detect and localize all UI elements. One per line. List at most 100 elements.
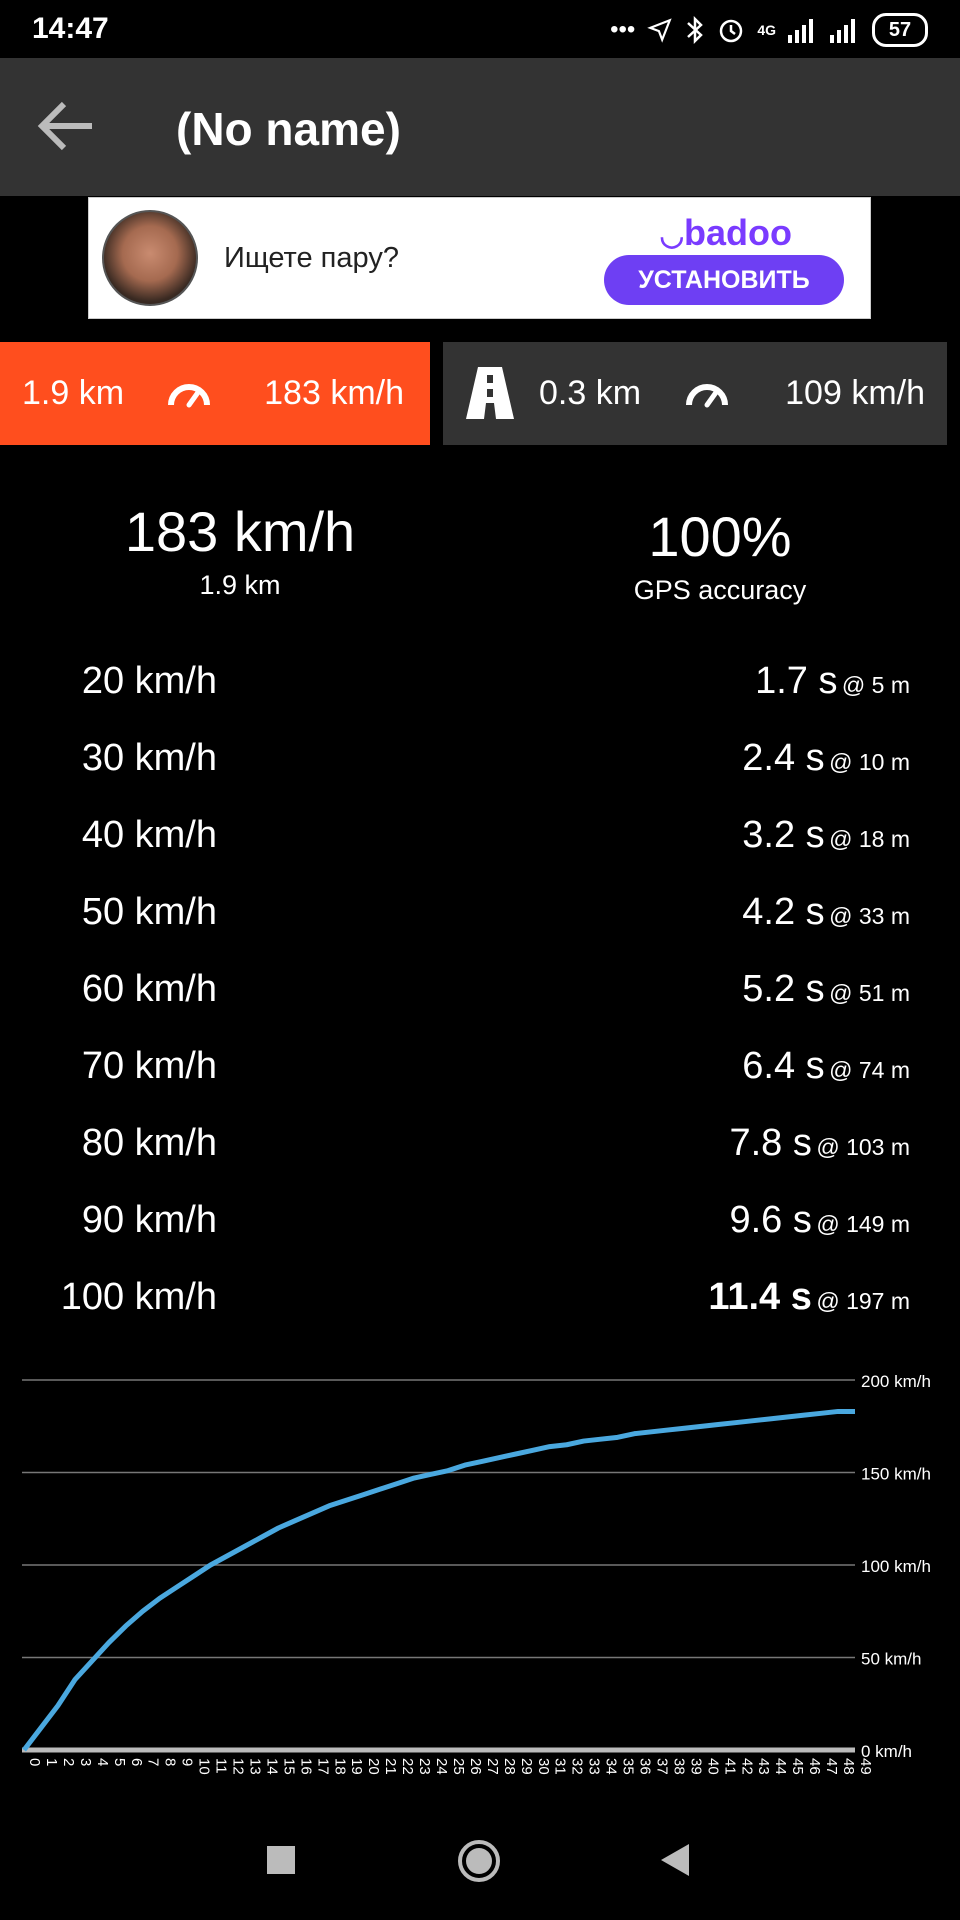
- x-tick-label: 37: [653, 1758, 670, 1775]
- x-tick-label: 22: [399, 1758, 416, 1775]
- x-tick-label: 26: [467, 1758, 484, 1775]
- split-seconds: 1.7 s: [755, 660, 838, 702]
- x-tick-label: 0: [26, 1758, 43, 1766]
- x-tick-label: 16: [297, 1758, 314, 1775]
- x-tick-label: 18: [331, 1758, 348, 1775]
- x-tick-label: 48: [840, 1758, 857, 1775]
- split-distance: @ 18 m: [829, 826, 910, 852]
- split-distance: @ 5 m: [841, 672, 910, 698]
- split-distance: @ 33 m: [829, 903, 910, 929]
- x-tick-label: 11: [213, 1758, 230, 1774]
- split-speed: 90 km/h: [81, 1199, 217, 1241]
- x-tick-label: 10: [196, 1758, 213, 1775]
- x-tick-label: 47: [823, 1758, 840, 1775]
- x-tick-label: 40: [704, 1758, 721, 1775]
- x-tick-label: 17: [314, 1758, 331, 1775]
- split-time: 7.8 s @ 103 m: [729, 1122, 910, 1165]
- summary-top-speed: 183 km/h 1.9 km: [40, 500, 440, 601]
- recents-icon[interactable]: [265, 1844, 297, 1876]
- split-distance: @ 10 m: [829, 749, 910, 775]
- y-tick-label: 50 km/h: [861, 1650, 921, 1669]
- split-seconds: 4.2 s: [742, 891, 825, 933]
- split-row: 100 km/h 11.4 s @ 197 m: [0, 1266, 960, 1326]
- back-icon[interactable]: [659, 1842, 691, 1878]
- speedometer-icon: [686, 384, 728, 408]
- split-seconds: 7.8 s: [729, 1122, 812, 1164]
- y-tick-label: 100 km/h: [861, 1557, 931, 1576]
- x-tick-label: 7: [145, 1758, 162, 1766]
- x-tick-label: 8: [162, 1758, 179, 1766]
- split-speed: 80 km/h: [81, 1122, 217, 1164]
- split-speed: 100 km/h: [60, 1276, 217, 1318]
- split-row: 70 km/h 6.4 s @ 74 m: [0, 1035, 960, 1095]
- page-title[interactable]: (No name): [176, 102, 401, 156]
- alarm-icon: [720, 19, 743, 43]
- x-tick-label: 25: [450, 1758, 467, 1775]
- split-row: 90 km/h 9.6 s @ 149 m: [0, 1189, 960, 1249]
- split-time: 9.6 s @ 149 m: [729, 1199, 910, 1242]
- more-icon: •••: [610, 16, 636, 43]
- split-speed: 20 km/h: [81, 660, 217, 702]
- home-icon[interactable]: [456, 1838, 502, 1884]
- ad-install-button[interactable]: УСТАНОВИТЬ: [604, 255, 844, 305]
- split-speed: 60 km/h: [81, 968, 217, 1010]
- split-speed: 50 km/h: [81, 891, 217, 933]
- status-icons: ••• 4G 57: [610, 10, 928, 50]
- x-tick-label: 29: [518, 1758, 535, 1775]
- tab-current-run[interactable]: 1.9 km 183 km/h: [0, 342, 430, 445]
- x-tick-label: 34: [603, 1758, 620, 1775]
- split-distance: @ 74 m: [829, 1057, 910, 1083]
- speed-chart: 0 km/h50 km/h100 km/h150 km/h200 km/h0 1 2…: [22, 1372, 931, 1775]
- x-tick-label: 4: [94, 1758, 111, 1766]
- split-speed: 30 km/h: [81, 737, 217, 779]
- x-tick-label: 5: [111, 1758, 128, 1766]
- x-tick-label: 39: [687, 1758, 704, 1775]
- speed-series-line: [22, 1408, 855, 1752]
- x-tick-label: 6: [128, 1758, 145, 1766]
- back-arrow-icon[interactable]: [34, 96, 98, 156]
- split-time: 3.2 s @ 18 m: [742, 814, 910, 857]
- split-row: 30 km/h 2.4 s @ 10 m: [0, 727, 960, 787]
- x-tick-label: 19: [348, 1758, 365, 1775]
- tab-segment[interactable]: 0.3 km 109 km/h: [443, 342, 947, 445]
- split-time: 11.4 s @ 197 m: [708, 1276, 910, 1319]
- x-tick-label: 31: [552, 1758, 569, 1775]
- tab-current-distance: 1.9 km: [22, 374, 125, 412]
- split-distance: @ 149 m: [816, 1211, 910, 1237]
- x-tick-label: 35: [620, 1758, 637, 1775]
- bluetooth-icon: [687, 16, 704, 44]
- y-tick-label: 150 km/h: [861, 1465, 931, 1484]
- split-seconds: 11.4 s: [708, 1276, 812, 1318]
- x-tick-label: 14: [263, 1758, 280, 1775]
- x-tick-label: 46: [806, 1758, 823, 1775]
- ad-banner[interactable]: Ищете пару? ◡badoo УСТАНОВИТЬ: [88, 197, 871, 319]
- x-tick-label: 33: [586, 1758, 603, 1775]
- accuracy-value: 100%: [648, 505, 792, 568]
- split-time: 6.4 s @ 74 m: [742, 1045, 910, 1088]
- distance-value: 1.9 km: [199, 570, 281, 600]
- accuracy-label: GPS accuracy: [633, 575, 807, 605]
- split-row: 20 km/h 1.7 s @ 5 m: [0, 650, 960, 710]
- top-speed-value: 183 km/h: [124, 500, 356, 563]
- x-tick-label: 13: [246, 1758, 263, 1775]
- ad-logo-text: badoo: [684, 212, 792, 253]
- x-tick-label: 23: [416, 1758, 433, 1775]
- split-time: 4.2 s @ 33 m: [742, 891, 910, 934]
- split-time: 5.2 s @ 51 m: [742, 968, 910, 1011]
- tab-segment-speed: 109 km/h: [785, 374, 925, 412]
- x-tick-label: 41: [721, 1758, 738, 1775]
- location-icon: [647, 18, 672, 43]
- x-tick-label: 2: [60, 1758, 77, 1766]
- x-tick-label: 3: [77, 1758, 94, 1766]
- x-tick-label: 42: [738, 1758, 755, 1775]
- x-tick-label: 44: [772, 1758, 789, 1775]
- split-distance: @ 51 m: [829, 980, 910, 1006]
- tab-segment-distance: 0.3 km: [539, 374, 642, 412]
- split-row: 50 km/h 4.2 s @ 33 m: [0, 881, 960, 941]
- split-seconds: 3.2 s: [742, 814, 825, 856]
- x-tick-label: 45: [789, 1758, 806, 1775]
- x-tick-label: 38: [670, 1758, 687, 1775]
- x-tick-label: 43: [755, 1758, 772, 1775]
- x-tick-label: 28: [501, 1758, 518, 1775]
- x-tick-label: 32: [569, 1758, 586, 1775]
